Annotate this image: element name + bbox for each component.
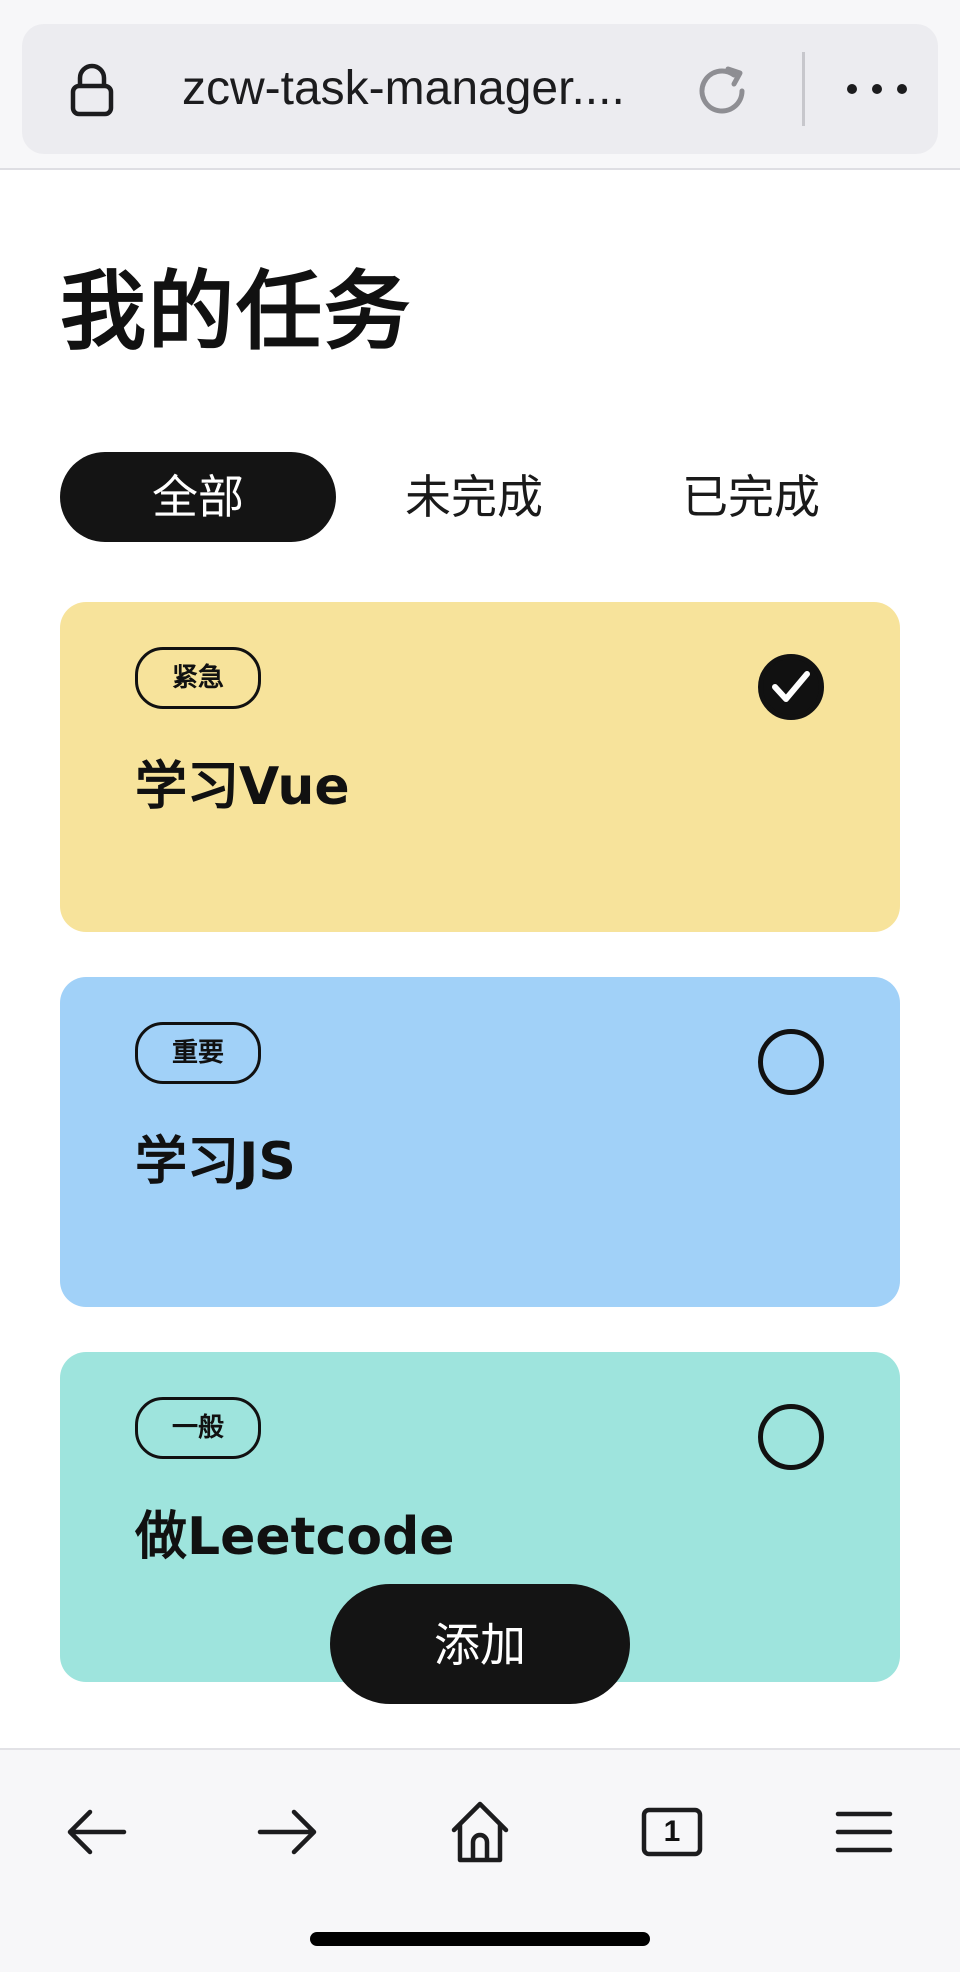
more-icon[interactable] bbox=[842, 74, 912, 104]
task-checkbox[interactable] bbox=[758, 654, 824, 720]
filter-tabs: 全部 未完成 已完成 bbox=[60, 452, 900, 542]
task-checkbox[interactable] bbox=[758, 1029, 824, 1095]
forward-button[interactable] bbox=[248, 1792, 328, 1872]
task-title: 学习Vue bbox=[135, 757, 350, 817]
tab-completed[interactable]: 已完成 bbox=[613, 452, 889, 542]
menu-button[interactable] bbox=[824, 1792, 904, 1872]
home-indicator bbox=[310, 1932, 650, 1946]
reload-icon[interactable] bbox=[694, 61, 754, 121]
task-card[interactable]: 重要 学习JS bbox=[60, 977, 900, 1307]
page-title: 我的任务 bbox=[60, 262, 412, 362]
back-arrow-icon bbox=[67, 1809, 127, 1855]
add-button[interactable]: 添加 bbox=[330, 1584, 630, 1704]
tabs-button[interactable]: 1 bbox=[632, 1792, 712, 1872]
priority-badge: 重要 bbox=[135, 1022, 261, 1084]
url-text[interactable]: zcw-task-manager.... bbox=[182, 54, 682, 124]
back-button[interactable] bbox=[56, 1792, 136, 1872]
tabs-count: 1 bbox=[663, 1815, 681, 1848]
priority-badge: 一般 bbox=[135, 1397, 261, 1459]
lock-icon bbox=[70, 63, 114, 117]
checkmark-icon bbox=[772, 671, 810, 702]
address-bar-divider bbox=[802, 52, 805, 126]
browser-top-bar: zcw-task-manager.... bbox=[0, 0, 960, 170]
task-title: 做Leetcode bbox=[135, 1507, 455, 1567]
tab-incomplete[interactable]: 未完成 bbox=[336, 452, 612, 542]
task-title: 学习JS bbox=[135, 1132, 296, 1192]
home-button[interactable] bbox=[440, 1792, 520, 1872]
task-card[interactable]: 紧急 学习Vue bbox=[60, 602, 900, 932]
task-checkbox[interactable] bbox=[758, 1404, 824, 1470]
priority-badge: 紧急 bbox=[135, 647, 261, 709]
forward-arrow-icon bbox=[257, 1809, 317, 1855]
menu-icon bbox=[835, 1811, 893, 1853]
address-bar[interactable]: zcw-task-manager.... bbox=[22, 24, 938, 154]
tab-all[interactable]: 全部 bbox=[60, 452, 336, 542]
home-icon bbox=[451, 1801, 509, 1863]
